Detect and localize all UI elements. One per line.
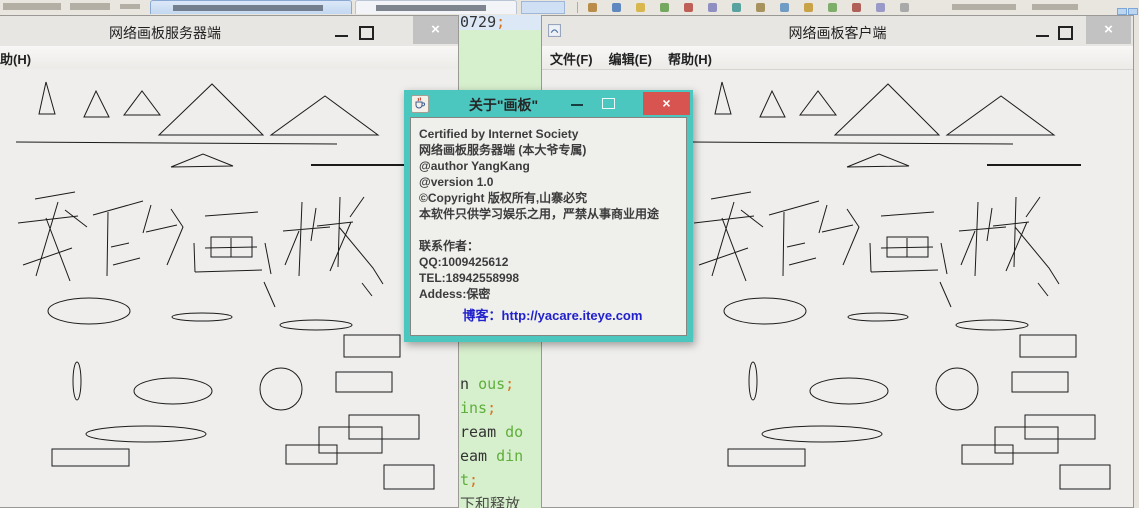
code-token: do <box>505 423 524 441</box>
server-menubar[interactable]: 助(H) <box>0 46 458 70</box>
client-menubar[interactable]: 文件(F) 编辑(E) 帮助(H) <box>542 46 1133 70</box>
background-toolbar-icon[interactable] <box>852 3 861 12</box>
menu-item[interactable]: 帮助(H) <box>660 46 720 68</box>
code-line: eam din <box>460 444 523 468</box>
background-ide-strip <box>0 0 1139 15</box>
client-titlebar[interactable]: 网络画板客户端 × <box>542 16 1133 46</box>
background-tab-label <box>376 5 486 11</box>
code-token: eam <box>460 447 497 465</box>
code-token: din <box>496 447 524 465</box>
background-text-fragment <box>120 4 140 9</box>
server-drawing <box>15 81 435 490</box>
background-toolbar-icon[interactable] <box>684 3 693 12</box>
toolbar-divider <box>577 2 578 13</box>
dialog-text-line: TEL:18942558998 <box>419 271 520 285</box>
background-text-fragment <box>70 3 110 10</box>
dialog-titlebar[interactable]: 关于"画板" × <box>404 90 693 117</box>
code-token: 0729 <box>460 15 497 31</box>
background-toolbar-icon[interactable] <box>900 3 909 12</box>
server-window-title: 网络画板服务器端 <box>109 25 221 41</box>
code-selected-line: 0729; <box>459 15 541 30</box>
minimize-icon[interactable] <box>335 35 348 37</box>
dialog-minimize-icon[interactable] <box>571 104 583 106</box>
code-token: ; <box>487 399 497 417</box>
dialog-maximize-icon[interactable] <box>602 98 615 109</box>
close-glyph: × <box>662 95 671 111</box>
server-canvas[interactable] <box>0 69 458 507</box>
background-toolbar-icon[interactable] <box>756 3 765 12</box>
close-glyph: × <box>1104 21 1113 38</box>
menu-item-help[interactable]: 助(H) <box>0 46 31 68</box>
close-icon[interactable]: × <box>413 16 458 44</box>
background-editor-tab[interactable] <box>355 0 517 14</box>
dialog-text-line: Addess:保密 <box>419 287 491 301</box>
background-toolbar-icon[interactable] <box>636 3 645 12</box>
background-toolbar-icon[interactable] <box>660 3 669 12</box>
dialog-text-line: @author YangKang <box>419 159 530 173</box>
dialog-blog-link[interactable]: 博客：http://yacare.iteye.com <box>419 308 686 324</box>
code-token: ; <box>505 375 515 393</box>
background-text-fragment <box>1032 4 1078 10</box>
server-window: 网络画板服务器端 × 助(H) <box>0 15 459 508</box>
background-toolbar-icon[interactable] <box>804 3 813 12</box>
about-dialog: 关于"画板" × Certified by Internet Society 网络… <box>404 90 693 342</box>
code-line: ins; <box>460 396 523 420</box>
background-tab-button[interactable] <box>521 1 565 14</box>
background-toolbar-icon[interactable] <box>780 3 789 12</box>
dialog-text-line: 网络画板服务器端 (本大爷专属) <box>419 143 587 157</box>
dialog-text-line: @version 1.0 <box>419 175 494 189</box>
background-toolbar-icon[interactable] <box>876 3 885 12</box>
minimize-icon[interactable] <box>1036 35 1049 37</box>
close-icon[interactable]: × <box>1086 16 1131 44</box>
background-toolbar-icon[interactable] <box>828 3 837 12</box>
code-token: ous <box>478 375 506 393</box>
dialog-body: Certified by Internet Society 网络画板服务器端 (本… <box>410 117 687 336</box>
dialog-text-line: 本软件只供学习娱乐之用，严禁从事商业用途 <box>419 207 660 221</box>
code-line: t; <box>460 468 523 492</box>
background-toolbar-icon[interactable] <box>708 3 717 12</box>
background-toolbar-icon[interactable] <box>612 3 621 12</box>
dialog-text-line: Certified by Internet Society <box>419 127 579 141</box>
screen: 0729; n ous; ins; ream do eam din t; 下和释放 网络画… <box>0 0 1139 508</box>
maximize-icon[interactable] <box>359 26 374 40</box>
dialog-text-line <box>419 222 686 238</box>
code-line: ream do <box>460 420 523 444</box>
client-window-title: 网络画板客户端 <box>788 25 887 41</box>
background-text-fragment <box>952 4 1016 10</box>
background-editor-tab[interactable] <box>150 0 352 14</box>
code-token: ream <box>460 423 506 441</box>
background-toolbar-icon[interactable] <box>588 3 597 12</box>
code-token: n <box>460 375 479 393</box>
maximize-icon[interactable] <box>1058 26 1073 40</box>
dialog-text-line: ©Copyright 版权所有,山寨必究 <box>419 191 588 205</box>
code-token: t <box>460 471 470 489</box>
background-perspective-button[interactable] <box>1117 8 1127 15</box>
background-perspective-button[interactable] <box>1128 8 1138 15</box>
dialog-close-icon[interactable]: × <box>643 92 690 115</box>
background-toolbar-icon[interactable] <box>732 3 741 12</box>
close-glyph: × <box>431 21 440 38</box>
server-titlebar[interactable]: 网络画板服务器端 × <box>0 16 458 46</box>
background-text-fragment <box>3 3 61 10</box>
code-token: 下和释放 <box>460 495 521 508</box>
dialog-text-line: QQ:1009425612 <box>419 255 509 269</box>
code-token: ; <box>496 15 506 31</box>
code-token: ins <box>460 399 488 417</box>
code-token: ; <box>469 471 479 489</box>
client-window-icon[interactable] <box>548 24 561 42</box>
code-line: n ous; <box>460 372 523 396</box>
menu-item[interactable]: 编辑(E) <box>601 46 660 68</box>
background-tab-label <box>173 5 323 11</box>
dialog-text-line: 联系作者： <box>419 239 480 253</box>
code-lines: n ous; ins; ream do eam din t; 下和释放 <box>460 372 523 508</box>
menu-item[interactable]: 文件(F) <box>542 46 601 68</box>
code-line: 下和释放 <box>460 492 523 508</box>
